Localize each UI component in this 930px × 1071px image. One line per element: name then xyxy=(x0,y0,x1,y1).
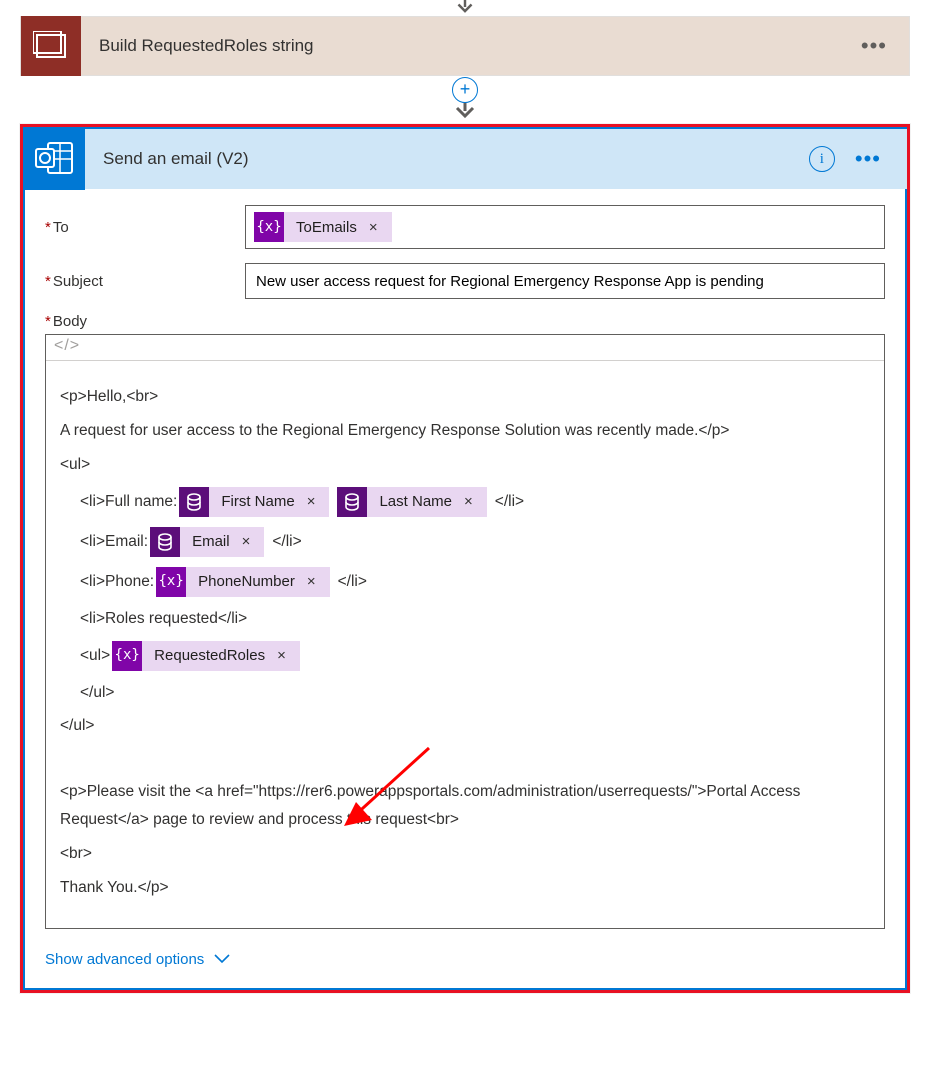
token-remove-button[interactable]: × xyxy=(305,568,318,595)
body-text: Thank You.</p> xyxy=(60,874,870,902)
token-requested-roles[interactable]: {x} RequestedRoles × xyxy=(112,641,300,671)
action-title: Build RequestedRoles string xyxy=(81,36,839,56)
body-blank-line xyxy=(60,746,870,772)
expression-icon: {x} xyxy=(156,567,186,597)
dataverse-icon xyxy=(337,487,367,517)
arrow-down-icon xyxy=(456,0,474,16)
action-menu-button[interactable]: ••• xyxy=(839,16,909,76)
action-build-requested-roles[interactable]: Build RequestedRoles string ••• xyxy=(20,16,910,76)
field-label-subject: *Subject xyxy=(45,273,245,290)
connector-arrow-top xyxy=(456,0,474,16)
dataverse-icon xyxy=(179,487,209,517)
body-text: <li>Roles requested</li> xyxy=(80,605,870,633)
info-icon: i xyxy=(820,151,824,168)
subject-input[interactable] xyxy=(254,269,876,294)
variables-connector-icon xyxy=(21,16,81,76)
body-line-roles: <ul> {x} RequestedRoles × xyxy=(80,639,870,673)
token-remove-button[interactable]: × xyxy=(240,528,253,555)
field-label-body: *Body xyxy=(45,313,885,330)
info-button[interactable]: i xyxy=(809,146,835,172)
token-email[interactable]: Email × xyxy=(150,527,264,557)
body-toolbar: </> xyxy=(46,335,884,361)
token-first-name[interactable]: First Name × xyxy=(179,487,329,517)
body-editor[interactable]: </> <p>Hello,<br> A request for user acc… xyxy=(45,334,885,929)
action-title: Send an email (V2) xyxy=(85,149,809,169)
body-text: <p>Hello,<br> xyxy=(60,383,870,411)
body-line-fullname: <li>Full name: First Name × xyxy=(80,485,870,519)
expression-icon: {x} xyxy=(254,212,284,242)
body-text: <br> xyxy=(60,840,870,868)
arrow-down-icon xyxy=(454,100,476,120)
token-remove-button[interactable]: × xyxy=(367,219,380,236)
show-advanced-options[interactable]: Show advanced options xyxy=(45,951,230,968)
body-text: </ul> xyxy=(80,679,870,707)
token-toemails[interactable]: {x} ToEmails × xyxy=(254,212,392,242)
action-config-panel: *To {x} ToEmails × *Subject *Body xyxy=(23,189,907,990)
body-line-phone: <li>Phone: {x} PhoneNumber × </li> xyxy=(80,565,870,599)
body-content[interactable]: <p>Hello,<br> A request for user access … xyxy=(46,361,884,928)
field-row-subject: *Subject xyxy=(45,263,885,299)
body-text: </ul> xyxy=(60,712,870,740)
field-row-to: *To {x} ToEmails × xyxy=(45,205,885,249)
body-line-email: <li>Email: Email × </li> xyxy=(80,525,870,559)
body-text: <p>Please visit the <a href="https://rer… xyxy=(60,778,870,834)
action-header[interactable]: Send an email (V2) i ••• xyxy=(23,127,907,189)
connector-arrow xyxy=(454,100,476,124)
dataverse-icon xyxy=(150,527,180,557)
token-phone-number[interactable]: {x} PhoneNumber × xyxy=(156,567,330,597)
code-view-icon[interactable]: </> xyxy=(54,337,80,354)
outlook-icon xyxy=(34,141,74,177)
add-step-button[interactable]: + xyxy=(452,77,478,103)
outlook-connector-icon-box xyxy=(23,128,85,190)
token-remove-button[interactable]: × xyxy=(275,642,288,669)
variable-icon xyxy=(33,31,69,61)
action-menu-button[interactable]: ••• xyxy=(855,128,907,190)
token-remove-button[interactable]: × xyxy=(305,488,318,515)
body-text: A request for user access to the Regiona… xyxy=(60,417,870,445)
subject-input-wrapper[interactable] xyxy=(245,263,885,299)
field-label-to: *To xyxy=(45,219,245,236)
body-text: <ul> xyxy=(60,451,870,479)
token-remove-button[interactable]: × xyxy=(462,488,475,515)
expression-icon: {x} xyxy=(112,641,142,671)
chevron-down-icon xyxy=(214,951,230,968)
token-last-name[interactable]: Last Name × xyxy=(337,487,486,517)
plus-icon: + xyxy=(460,80,471,98)
to-input[interactable]: {x} ToEmails × xyxy=(245,205,885,249)
add-step-connector: + xyxy=(0,76,930,124)
action-send-email-v2: Send an email (V2) i ••• *To {x} ToEmail… xyxy=(20,124,910,993)
